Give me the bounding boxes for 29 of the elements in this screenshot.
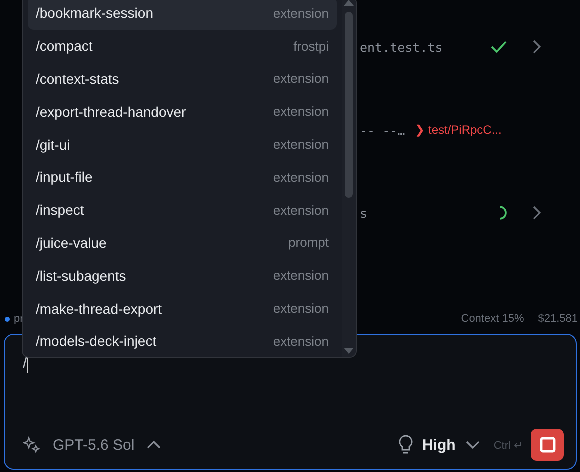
command-name: /models-deck-inject [36,333,157,350]
command-source: extension [273,170,329,185]
command-name: /list-subagents [36,268,126,284]
file-path: s [360,206,368,220]
context-usage: Context 15% [461,313,524,326]
cost-label: $21.581 [538,313,578,326]
command-source: prompt [288,235,329,250]
command-source: extension [273,104,329,120]
shortcut-hint: Ctrl ↵ [494,438,523,452]
command-name: /inspect [36,202,84,218]
command-name: /juice-value [36,234,107,251]
command-name: /context-stats [36,70,120,87]
file-path: -- --… [360,122,406,138]
command-name: /input-file [36,169,93,186]
command-source: extension [273,202,329,218]
command-name: /export-thread-handover [36,104,186,120]
branch-label: ❯ test/PiRpcC... [415,123,502,137]
command-source: frostpi [294,38,329,54]
command-source: extension [273,301,329,316]
command-source: extension [273,137,329,152]
command-source: extension [273,71,329,86]
command-name: /git-ui [36,136,70,153]
command-name: /compact [36,38,93,54]
file-path: ent.test.ts [360,40,443,54]
command-name: /make-thread-export [36,300,162,317]
command-source: extension [273,268,329,284]
command-name: /bookmark-session [36,5,154,22]
command-source: extension [273,6,329,21]
command-source: extension [273,334,329,349]
